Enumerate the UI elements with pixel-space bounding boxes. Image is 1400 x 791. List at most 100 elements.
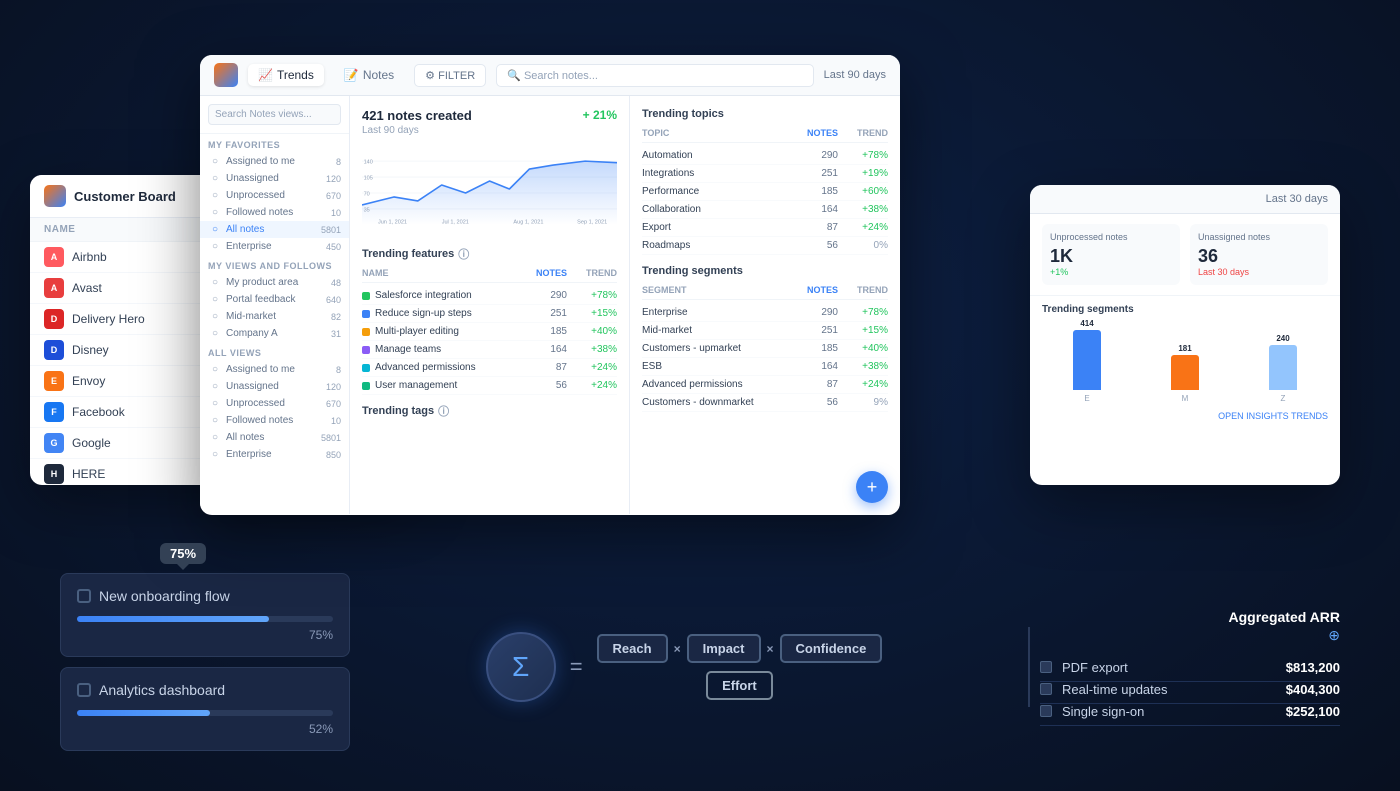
search-box[interactable]: 🔍 Search notes...	[496, 64, 813, 87]
topic-name: Performance	[642, 186, 798, 197]
filter-icon: ⚙	[425, 70, 435, 82]
progress-checkbox[interactable]	[77, 683, 91, 697]
right-last-days: Last 30 days	[1266, 193, 1328, 205]
arr-value: $404,300	[1286, 682, 1340, 697]
open-insights-link[interactable]: OPEN INSIGHTS TRENDS	[1042, 411, 1328, 421]
trends-label: Trends	[277, 68, 314, 82]
sidebar-item[interactable]: ○ Unassigned 120	[200, 378, 349, 395]
feature-row[interactable]: Multi-player editing 185 +40%	[362, 323, 617, 341]
topic-name: Mid-market	[642, 325, 798, 336]
feature-row[interactable]: Advanced permissions 87 +24%	[362, 359, 617, 377]
arr-section-wrapper: Aggregated ARR ⊕ PDF export $813,200 Rea…	[1018, 609, 1340, 726]
topic-row[interactable]: ESB 164 +38%	[642, 358, 888, 376]
app-logo	[44, 185, 66, 207]
notes-icon: 📝	[344, 68, 359, 82]
filter-button[interactable]: ⚙ FILTER	[414, 64, 486, 87]
topic-name: Collaboration	[642, 204, 798, 215]
topic-row[interactable]: Mid-market 251 +15%	[642, 322, 888, 340]
topic-row[interactable]: Customers - downmarket 56 9%	[642, 394, 888, 412]
topic-name: Customers - downmarket	[642, 397, 798, 408]
sidebar-item[interactable]: ○ Assigned to me 8	[200, 361, 349, 378]
sidebar-item-count: 10	[331, 416, 341, 426]
tab-trends[interactable]: 📈 Trends	[248, 64, 324, 86]
sidebar-item-icon: ○	[208, 224, 222, 235]
progress-item-header: Analytics dashboard	[77, 682, 333, 698]
feature-row[interactable]: Manage teams 164 +38%	[362, 341, 617, 359]
topic-name: Automation	[642, 150, 798, 161]
progress-checkbox[interactable]	[77, 589, 91, 603]
tab-notes[interactable]: 📝 Notes	[334, 64, 404, 86]
sidebar-item[interactable]: ○ Followed notes 10	[200, 204, 349, 221]
topic-row[interactable]: Automation 290 +78%	[642, 147, 888, 165]
feature-trend: +38%	[567, 344, 617, 355]
sidebar-item-count: 120	[326, 174, 341, 184]
topic-row[interactable]: Enterprise 290 +78%	[642, 304, 888, 322]
sidebar-item-count: 640	[326, 295, 341, 305]
svg-text:35: 35	[364, 207, 370, 213]
sidebar-item[interactable]: ○ All notes 5801	[200, 429, 349, 446]
company-logo: E	[44, 371, 64, 391]
svg-text:105: 105	[364, 175, 373, 181]
sidebar-item-icon: ○	[208, 294, 222, 305]
sidebar-item[interactable]: ○ My product area 48	[200, 274, 349, 291]
company-logo: A	[44, 247, 64, 267]
main-analytics-window: 📈 Trends 📝 Notes ⚙ FILTER 🔍 Search notes…	[200, 55, 900, 515]
add-button[interactable]: +	[856, 471, 888, 503]
topic-row[interactable]: Collaboration 164 +38%	[642, 201, 888, 219]
feature-row[interactable]: Reduce sign-up steps 251 +15%	[362, 305, 617, 323]
topic-row[interactable]: Export 87 +24%	[642, 219, 888, 237]
sidebar-item[interactable]: ○ All notes 5801	[200, 221, 349, 238]
impact-tag: Impact	[687, 634, 761, 663]
sidebar-item[interactable]: ○ Company A 31	[200, 325, 349, 342]
sigma-symbol: Σ	[486, 632, 556, 702]
progress-item[interactable]: Analytics dashboard 52%	[60, 667, 350, 751]
sidebar-item[interactable]: ○ Portal feedback 640	[200, 291, 349, 308]
sidebar-item[interactable]: ○ Assigned to me 8	[200, 153, 349, 170]
sidebar-item[interactable]: ○ Unassigned 120	[200, 170, 349, 187]
sidebar-item[interactable]: ○ Enterprise 850	[200, 446, 349, 463]
topic-row[interactable]: Advanced permissions 87 +24%	[642, 376, 888, 394]
trends-icon: 📈	[258, 68, 273, 82]
feature-dot	[362, 328, 370, 336]
company-logo: G	[44, 433, 64, 453]
main-logo	[214, 63, 238, 87]
main-content: + 21% 421 notes created Last 90 days	[350, 96, 900, 514]
topic-row[interactable]: Customers - upmarket 185 +40%	[642, 340, 888, 358]
progress-item[interactable]: New onboarding flow 75%	[60, 573, 350, 657]
topic-row[interactable]: Integrations 251 +19%	[642, 165, 888, 183]
arr-name: Single sign-on	[1062, 704, 1276, 719]
trending-topics-title: Trending topics	[642, 108, 888, 120]
sidebar-item-icon: ○	[208, 156, 222, 167]
progress-pct: 75%	[77, 628, 333, 642]
sidebar-search-placeholder: Search Notes views...	[215, 109, 312, 120]
svg-text:70: 70	[364, 191, 370, 197]
features-table-body: Salesforce integration 290 +78% Reduce s…	[362, 287, 617, 395]
sidebar-item[interactable]: ○ Followed notes 10	[200, 412, 349, 429]
feature-notes: 164	[527, 344, 567, 355]
chart-area: 140 105 70 35 Jun 1, 2021 Jul 1, 2021 Au…	[362, 144, 617, 234]
topic-trend: 9%	[838, 397, 888, 408]
topic-name: Enterprise	[642, 307, 798, 318]
bar-chart: 414 E 181 M 240 Z	[1042, 323, 1328, 403]
sidebar-item-label: Unassigned	[226, 173, 322, 184]
sidebar-search-input[interactable]: Search Notes views...	[208, 104, 341, 125]
feature-row[interactable]: Salesforce integration 290 +78%	[362, 287, 617, 305]
topic-row[interactable]: Performance 185 +60%	[642, 183, 888, 201]
sidebar-item-icon: ○	[208, 311, 222, 322]
feature-row[interactable]: User management 56 +24%	[362, 377, 617, 395]
sidebar-item[interactable]: ○ Enterprise 450	[200, 238, 349, 255]
sidebar-item-label: Followed notes	[226, 415, 327, 426]
topic-notes: 290	[798, 307, 838, 318]
topic-row[interactable]: Roadmaps 56 0%	[642, 237, 888, 255]
sidebar-item[interactable]: ○ Unprocessed 670	[200, 395, 349, 412]
progress-bar-fill	[77, 710, 210, 716]
sidebar-item[interactable]: ○ Unprocessed 670	[200, 187, 349, 204]
company-logo: D	[44, 309, 64, 329]
sidebar-item-label: Mid-market	[226, 311, 327, 322]
bar-group: 414 E	[1042, 319, 1132, 403]
sidebar-item-icon: ○	[208, 207, 222, 218]
sidebar-item-icon: ○	[208, 398, 222, 409]
sidebar-item[interactable]: ○ Mid-market 82	[200, 308, 349, 325]
feature-notes: 290	[527, 290, 567, 301]
unprocessed-change: +1%	[1050, 267, 1172, 277]
